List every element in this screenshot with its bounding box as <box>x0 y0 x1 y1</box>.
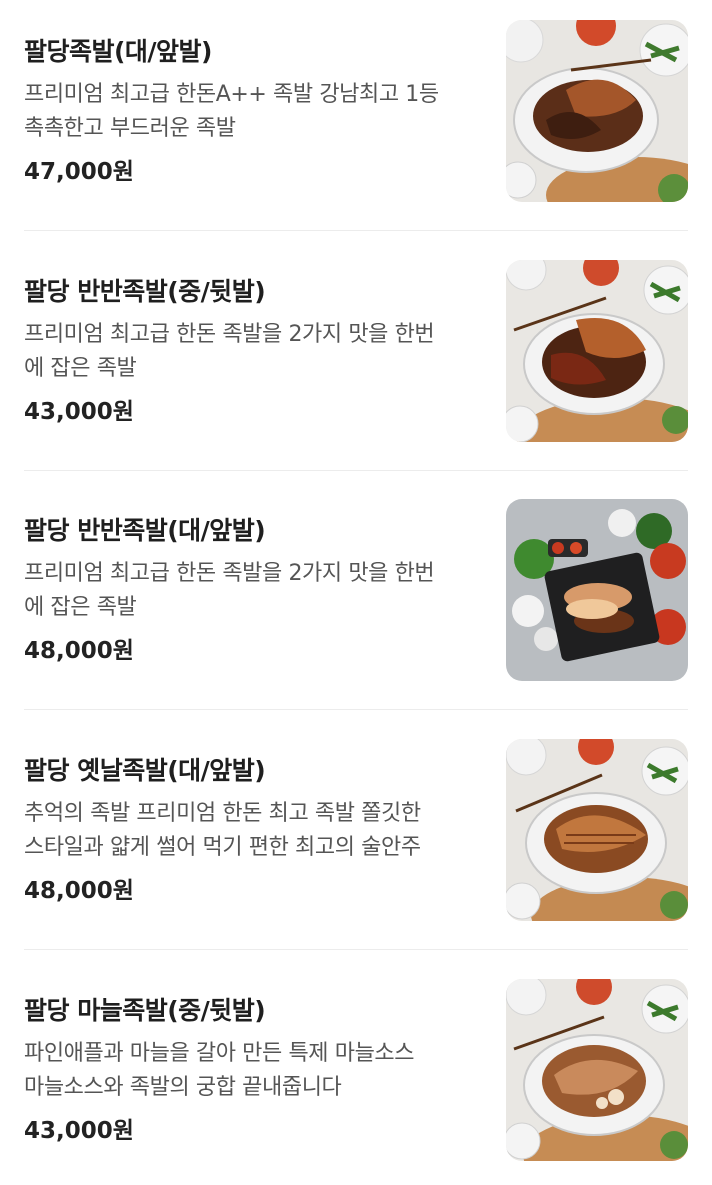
description-line: 프리미엄 최고급 한돈 족발을 2가지 맛을 한번 <box>24 322 435 347</box>
menu-item-price: 48,000원 <box>24 878 134 904</box>
menu-item[interactable]: 팔당 반반족발(대/앞발) 프리미엄 최고급 한돈 족발을 2가지 맛을 한번 … <box>24 499 688 683</box>
menu-item-price: 47,000원 <box>24 159 134 185</box>
menu-item-name: 팔당 반반족발(중/뒷발) <box>24 277 266 306</box>
menu-item-name: 팔당 옛날족발(대/앞발) <box>24 756 266 785</box>
description-line: 에 잡은 족발 <box>24 595 137 620</box>
menu-list: 팔당족발(대/앞발) 프리미엄 최고급 한돈A++ 족발 강남최고 1등 촉촉한… <box>0 0 712 1185</box>
menu-item-name: 팔당 반반족발(대/앞발) <box>24 516 266 545</box>
menu-item-price: 43,000원 <box>24 1118 134 1144</box>
description-line: 스타일과 얇게 썰어 먹기 편한 최고의 술안주 <box>24 835 421 860</box>
menu-item[interactable]: 팔당족발(대/앞발) 프리미엄 최고급 한돈A++ 족발 강남최고 1등 촉촉한… <box>24 20 688 204</box>
divider <box>24 230 688 231</box>
menu-item-photo[interactable] <box>506 499 688 681</box>
menu-item-price: 43,000원 <box>24 399 134 425</box>
menu-item-price: 48,000원 <box>24 638 134 664</box>
menu-item-description: 프리미엄 최고급 한돈A++ 족발 강남최고 1등 촉촉한고 부드러운 족발 <box>24 78 474 146</box>
menu-item[interactable]: 팔당 반반족발(중/뒷발) 프리미엄 최고급 한돈 족발을 2가지 맛을 한번 … <box>24 260 688 444</box>
description-line: 프리미엄 최고급 한돈A++ 족발 강남최고 1등 <box>24 82 439 107</box>
description-line: 마늘소스와 족발의 궁합 끝내줍니다 <box>24 1075 342 1100</box>
menu-item-description: 프리미엄 최고급 한돈 족발을 2가지 맛을 한번 에 잡은 족발 <box>24 557 474 625</box>
description-line: 추억의 족발 프리미엄 한돈 최고 족발 쫄깃한 <box>24 801 421 826</box>
menu-item[interactable]: 팔당 옛날족발(대/앞발) 추억의 족발 프리미엄 한돈 최고 족발 쫄깃한 스… <box>24 739 688 923</box>
menu-item-photo[interactable] <box>506 979 688 1161</box>
menu-item[interactable]: 팔당 마늘족발(중/뒷발) 파인애플과 마늘을 갈아 만든 특제 마늘소스 마늘… <box>24 979 688 1163</box>
divider <box>24 709 688 710</box>
description-line: 파인애플과 마늘을 갈아 만든 특제 마늘소스 <box>24 1041 415 1066</box>
menu-item-description: 추억의 족발 프리미엄 한돈 최고 족발 쫄깃한 스타일과 얇게 썰어 먹기 편… <box>24 797 474 865</box>
menu-item-photo[interactable] <box>506 739 688 921</box>
divider <box>24 470 688 471</box>
description-line: 에 잡은 족발 <box>24 356 137 381</box>
description-line: 프리미엄 최고급 한돈 족발을 2가지 맛을 한번 <box>24 561 435 586</box>
menu-item-name: 팔당 마늘족발(중/뒷발) <box>24 996 266 1025</box>
menu-item-photo[interactable] <box>506 260 688 442</box>
menu-item-description: 프리미엄 최고급 한돈 족발을 2가지 맛을 한번 에 잡은 족발 <box>24 318 474 386</box>
menu-item-description: 파인애플과 마늘을 갈아 만든 특제 마늘소스 마늘소스와 족발의 궁합 끝내줍… <box>24 1037 474 1105</box>
divider <box>24 949 688 950</box>
menu-item-photo[interactable] <box>506 20 688 202</box>
menu-item-name: 팔당족발(대/앞발) <box>24 37 212 66</box>
description-line: 촉촉한고 부드러운 족발 <box>24 116 236 141</box>
